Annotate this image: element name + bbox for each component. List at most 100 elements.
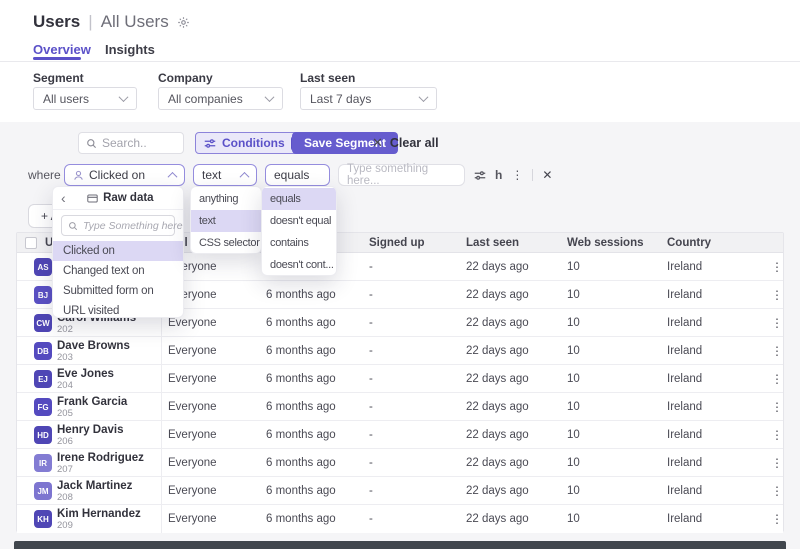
last-seen-cell: 22 days ago bbox=[466, 477, 529, 505]
gear-icon[interactable] bbox=[177, 16, 190, 29]
menu-item-url-visited[interactable]: URL visited bbox=[53, 301, 183, 318]
menu-item-contains[interactable]: contains bbox=[262, 232, 336, 254]
menu-item-changed-text-on[interactable]: Changed text on bbox=[53, 261, 183, 281]
menu-item-text[interactable]: text bbox=[191, 210, 261, 232]
active-tab-underline bbox=[33, 57, 81, 60]
condition-row-tools: h ⋮ ✕ bbox=[474, 164, 552, 186]
sliders-icon bbox=[204, 138, 216, 149]
menu-item-clicked-on[interactable]: Clicked on bbox=[53, 241, 183, 261]
conditions-label: Conditions bbox=[222, 136, 285, 150]
country-cell: Ireland bbox=[667, 337, 702, 365]
row-kebab-icon[interactable]: ⋮ bbox=[769, 281, 785, 309]
operator-select[interactable]: equals bbox=[265, 164, 330, 186]
remove-condition-icon[interactable]: ✕ bbox=[542, 168, 552, 182]
row-kebab-icon[interactable]: ⋮ bbox=[769, 365, 785, 393]
page-subtitle: All Users bbox=[101, 12, 169, 32]
web-sessions-cell: 10 bbox=[567, 281, 580, 309]
segment-label: Segment bbox=[33, 71, 84, 85]
hierarchy-icon[interactable]: h bbox=[495, 168, 502, 182]
select-all-checkbox[interactable] bbox=[25, 237, 37, 249]
search-input[interactable]: Search.. bbox=[78, 132, 184, 154]
row-kebab-icon[interactable]: ⋮ bbox=[769, 393, 785, 421]
last-seen-select[interactable]: Last 7 days bbox=[300, 87, 437, 110]
col-signed-up: Signed up bbox=[369, 233, 425, 253]
first-seen-cell: 6 months ago bbox=[266, 421, 336, 449]
table-row[interactable]: FG Frank Garcia 205 Everyone 6 months ag… bbox=[17, 393, 783, 421]
table-row[interactable]: HD Henry Davis 206 Everyone 6 months ago… bbox=[17, 421, 783, 449]
tools-divider bbox=[532, 169, 533, 181]
first-seen-cell: 6 months ago bbox=[266, 505, 336, 533]
row-kebab-icon[interactable]: ⋮ bbox=[769, 337, 785, 365]
signed-up-cell: - bbox=[369, 421, 373, 449]
first-seen-cell: 6 months ago bbox=[266, 281, 336, 309]
user-id: 206 bbox=[57, 436, 73, 447]
table-row[interactable]: DB Dave Browns 203 Everyone 6 months ago… bbox=[17, 337, 783, 365]
frozen-column-divider bbox=[161, 505, 162, 533]
kebab-icon[interactable]: ⋮ bbox=[511, 168, 523, 182]
web-sessions-cell: 10 bbox=[567, 365, 580, 393]
last-seen-value: Last 7 days bbox=[310, 92, 371, 106]
col-last-seen: Last seen bbox=[466, 233, 519, 253]
dropdown-search-input[interactable]: Type Something here... bbox=[61, 215, 175, 236]
chevron-down-icon bbox=[419, 92, 429, 102]
tab-insights[interactable]: Insights bbox=[105, 42, 155, 57]
first-seen-cell: 6 months ago bbox=[266, 477, 336, 505]
avatar: EJ bbox=[34, 370, 52, 388]
row-kebab-icon[interactable]: ⋮ bbox=[769, 253, 785, 281]
clear-all-label: Clear all bbox=[390, 136, 439, 150]
user-id: 205 bbox=[57, 408, 73, 419]
table-row[interactable]: IR Irene Rodriguez 207 Everyone 6 months… bbox=[17, 449, 783, 477]
menu-item-doesnt-contain[interactable]: doesn't cont... bbox=[262, 254, 336, 276]
table-row[interactable]: JM Jack Martinez 208 Everyone 6 months a… bbox=[17, 477, 783, 505]
user-name: Jack Martinez bbox=[57, 480, 132, 492]
col-web-sessions: Web sessions bbox=[567, 233, 644, 253]
web-sessions-cell: 10 bbox=[567, 337, 580, 365]
country-cell: Ireland bbox=[667, 421, 702, 449]
last-seen-cell: 22 days ago bbox=[466, 421, 529, 449]
first-seen-cell: 6 months ago bbox=[266, 393, 336, 421]
audience-cell: Everyone bbox=[168, 337, 217, 365]
operator-value: equals bbox=[274, 168, 309, 182]
clear-all-button[interactable]: ✕ Clear all bbox=[372, 132, 439, 154]
avatar: KH bbox=[34, 510, 52, 528]
menu-item-doesnt-equal[interactable]: doesn't equal bbox=[262, 210, 336, 232]
type-select[interactable]: text bbox=[193, 164, 257, 186]
user-name: Eve Jones bbox=[57, 368, 114, 380]
avatar: JM bbox=[34, 482, 52, 500]
avatar: AS bbox=[34, 258, 52, 276]
web-sessions-cell: 10 bbox=[567, 477, 580, 505]
frozen-column-divider bbox=[161, 421, 162, 449]
user-id: 207 bbox=[57, 464, 73, 475]
table-row[interactable]: KH Kim Hernandez 209 Everyone 6 months a… bbox=[17, 505, 783, 533]
user-id: 208 bbox=[57, 492, 73, 503]
row-kebab-icon[interactable]: ⋮ bbox=[769, 449, 785, 477]
signed-up-cell: - bbox=[369, 253, 373, 281]
country-cell: Ireland bbox=[667, 309, 702, 337]
menu-item-css-selector[interactable]: CSS selector bbox=[191, 232, 261, 254]
menu-item-equals[interactable]: equals bbox=[262, 188, 336, 210]
company-select[interactable]: All companies bbox=[158, 87, 283, 110]
first-seen-cell: 6 months ago bbox=[266, 309, 336, 337]
first-seen-cell: 6 months ago bbox=[266, 337, 336, 365]
row-kebab-icon[interactable]: ⋮ bbox=[769, 477, 785, 505]
event-select[interactable]: Clicked on bbox=[64, 164, 185, 186]
row-kebab-icon[interactable]: ⋮ bbox=[769, 309, 785, 337]
country-cell: Ireland bbox=[667, 393, 702, 421]
segment-select[interactable]: All users bbox=[33, 87, 137, 110]
menu-item-submitted-form-on[interactable]: Submitted form on bbox=[53, 281, 183, 301]
where-label: where bbox=[28, 164, 61, 186]
chevron-down-icon bbox=[119, 92, 129, 102]
condition-value-input[interactable]: Type something here... bbox=[338, 164, 465, 186]
tab-overview[interactable]: Overview bbox=[33, 42, 91, 57]
sliders-icon[interactable] bbox=[474, 170, 486, 181]
last-seen-cell: 22 days ago bbox=[466, 253, 529, 281]
row-kebab-icon[interactable]: ⋮ bbox=[769, 421, 785, 449]
row-kebab-icon[interactable]: ⋮ bbox=[769, 505, 785, 533]
menu-item-anything[interactable]: anything bbox=[191, 188, 261, 210]
frozen-column-divider bbox=[161, 393, 162, 421]
close-icon: ✕ bbox=[372, 135, 383, 151]
bottom-bar bbox=[14, 541, 786, 549]
web-sessions-cell: 10 bbox=[567, 309, 580, 337]
table-row[interactable]: EJ Eve Jones 204 Everyone 6 months ago -… bbox=[17, 365, 783, 393]
signed-up-cell: - bbox=[369, 337, 373, 365]
